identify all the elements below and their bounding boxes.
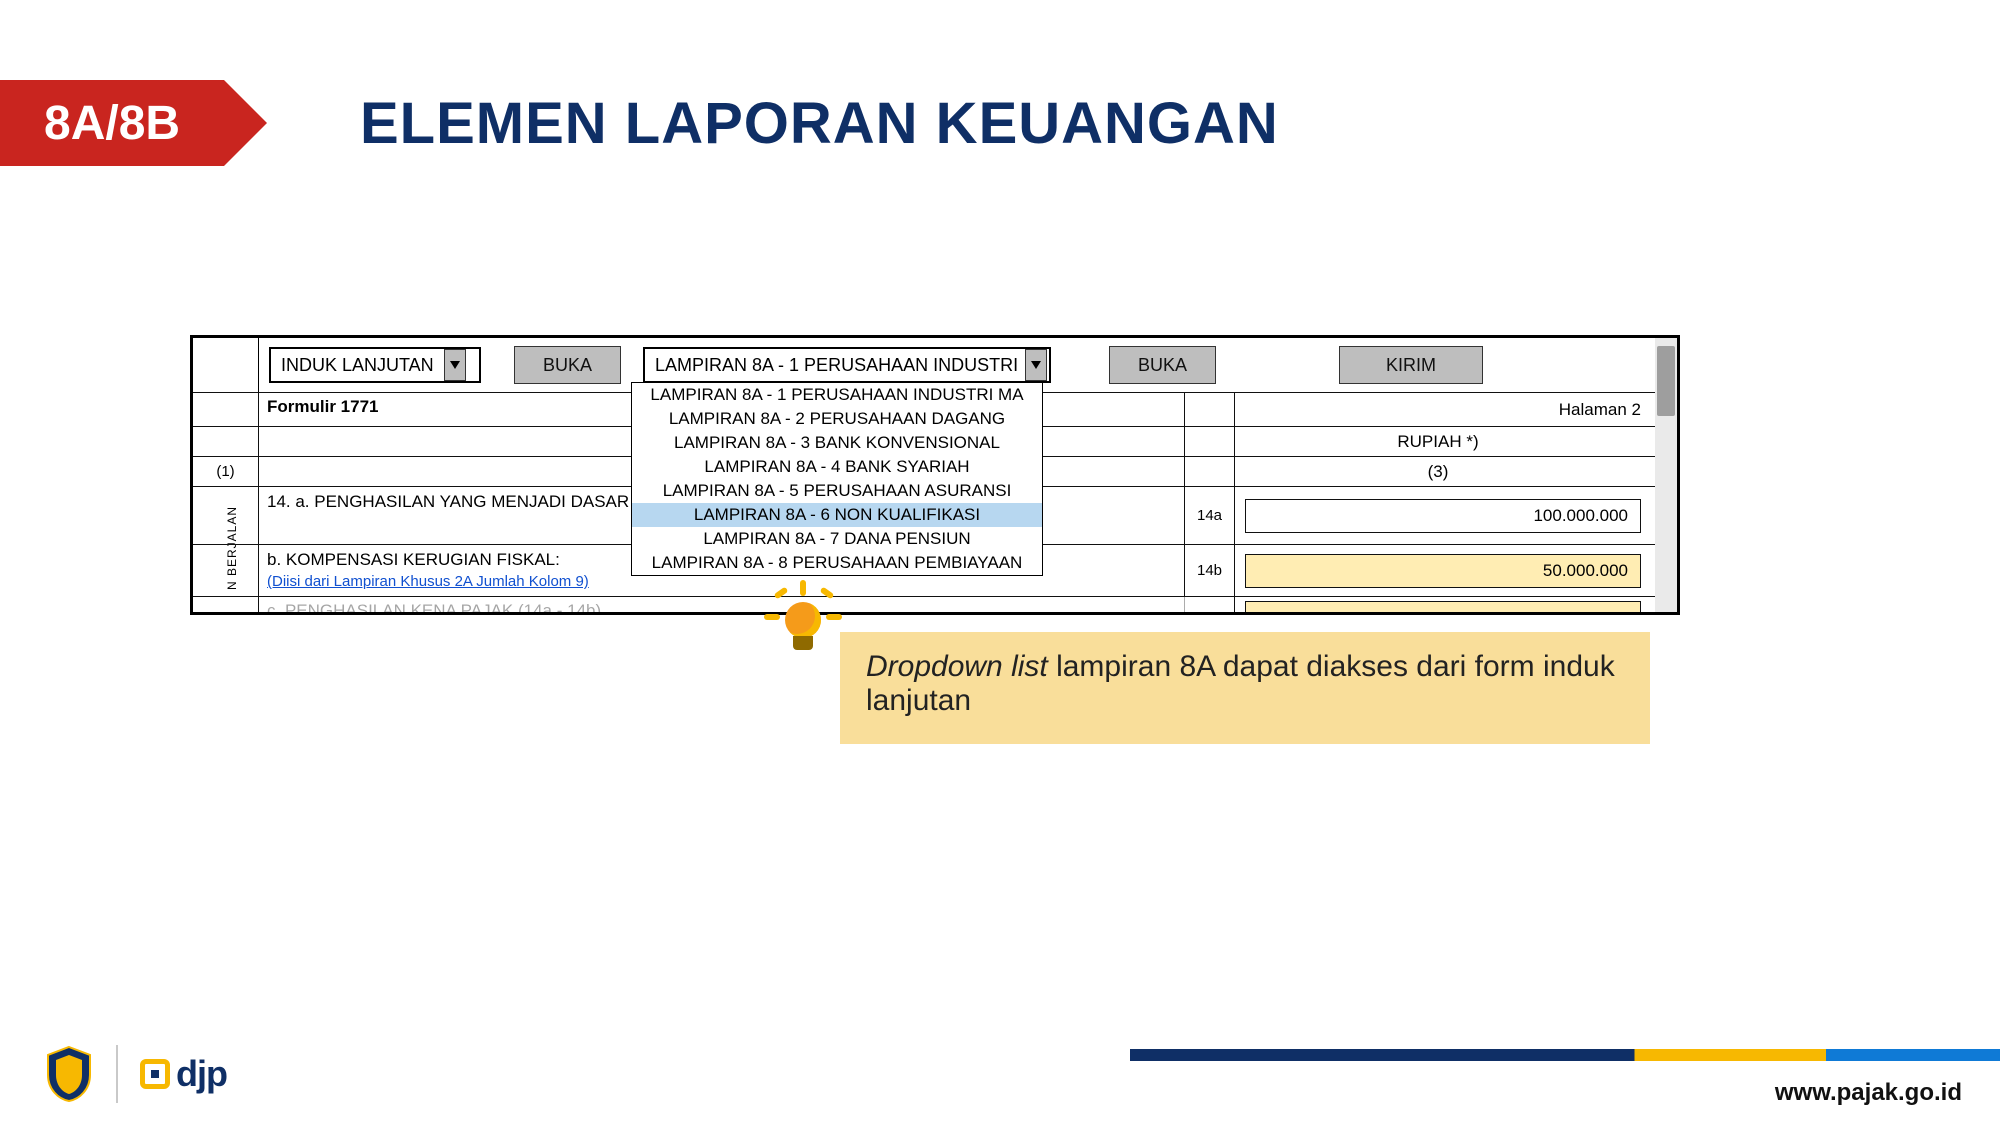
row-14c-value[interactable] — [1245, 601, 1641, 616]
row-14b-value-cell: 50.000.000 — [1235, 545, 1655, 596]
dropdown-option[interactable]: LAMPIRAN 8A - 3 BANK KONVENSIONAL — [632, 431, 1042, 455]
row-14b-code: 14b — [1185, 545, 1235, 596]
cell-blank — [1185, 427, 1235, 456]
cell-blank — [1185, 393, 1235, 426]
row-14c-value-cell — [1235, 597, 1655, 615]
row-14a-code: 14a — [1185, 487, 1235, 544]
chevron-down-icon[interactable] — [1025, 349, 1047, 381]
footer-logos: djp — [44, 1045, 227, 1103]
col-1-header: (1) — [193, 457, 259, 486]
scrollbar-track[interactable] — [1655, 338, 1677, 612]
dropdown-option[interactable]: LAMPIRAN 8A - 7 DANA PENSIUN — [632, 527, 1042, 551]
djp-mark-icon — [140, 1059, 170, 1089]
row-14b-label: b. KOMPENSASI KERUGIAN FISKAL: — [267, 550, 560, 569]
djp-text: djp — [176, 1053, 227, 1095]
djp-logo: djp — [140, 1053, 227, 1095]
dropdown-option[interactable]: LAMPIRAN 8A - 1 PERUSAHAAN INDUSTRI MA — [632, 383, 1042, 407]
cell-blank — [193, 597, 259, 615]
buka-button-2-label: BUKA — [1138, 355, 1187, 376]
dropdown-option[interactable]: LAMPIRAN 8A - 8 PERUSAHAAN PEMBIAYAAN — [632, 551, 1042, 575]
row-14c-label: c. PENGHASILAN KENA PAJAK (14a - 14b) — [259, 597, 1185, 615]
callout-italic: Dropdown list — [866, 650, 1048, 683]
kirim-button[interactable]: KIRIM — [1339, 346, 1483, 384]
row-14b-hint-link[interactable]: (Diisi dari Lampiran Khusus 2A Jumlah Ko… — [267, 573, 589, 590]
buka-button[interactable]: BUKA — [514, 346, 621, 384]
page-title: ELEMEN LAPORAN KEUANGAN — [360, 90, 1279, 157]
logo-divider — [116, 1045, 118, 1103]
callout-note: Dropdown list lampiran 8A dapat diakses … — [840, 632, 1650, 744]
chevron-down-icon[interactable] — [444, 349, 466, 381]
page-number-label: Halaman 2 — [1235, 393, 1655, 426]
section-badge: 8A/8B — [0, 80, 224, 166]
combo-lampiran-text: LAMPIRAN 8A - 1 PERUSAHAAN INDUSTRI — [645, 355, 1025, 376]
row-14a-value-cell: 100.000.000 — [1235, 487, 1655, 544]
combo-induk-text: INDUK LANJUTAN — [271, 355, 444, 376]
cell-blank — [193, 393, 259, 426]
lampiran-dropdown-list[interactable]: LAMPIRAN 8A - 1 PERUSAHAAN INDUSTRI MA L… — [631, 382, 1043, 576]
dropdown-option[interactable]: LAMPIRAN 8A - 5 PERUSAHAAN ASURANSI — [632, 479, 1042, 503]
combo-lampiran[interactable]: LAMPIRAN 8A - 1 PERUSAHAAN INDUSTRI — [643, 347, 1051, 383]
table-row: c. PENGHASILAN KENA PAJAK (14a - 14b) — [193, 596, 1655, 615]
app-screenshot: INDUK LANJUTAN BUKA LAMPIRAN 8A - 1 PERU… — [190, 335, 1680, 615]
cell-blank — [193, 545, 259, 596]
kirim-button-label: KIRIM — [1386, 355, 1436, 376]
footer-url: www.pajak.go.id — [1775, 1079, 1962, 1107]
kemenkeu-shield-icon — [44, 1045, 94, 1103]
combo-induk-lanjutan[interactable]: INDUK LANJUTAN — [269, 347, 481, 383]
lightbulb-icon — [768, 580, 838, 670]
currency-label: RUPIAH *) — [1235, 427, 1655, 456]
buka-button-label: BUKA — [543, 355, 592, 376]
row-gutter — [193, 338, 259, 392]
dropdown-option-selected[interactable]: LAMPIRAN 8A - 6 NON KUALIFIKASI — [632, 503, 1042, 527]
section-badge-text: 8A/8B — [44, 96, 180, 151]
dropdown-option[interactable]: LAMPIRAN 8A - 4 BANK SYARIAH — [632, 455, 1042, 479]
cell-blank — [193, 427, 259, 456]
cell-blank — [193, 487, 259, 544]
row-14a-value[interactable]: 100.000.000 — [1245, 499, 1641, 533]
footer-accent-bar — [1130, 1049, 2000, 1061]
row-14b-value[interactable]: 50.000.000 — [1245, 554, 1641, 588]
cell-blank — [1185, 457, 1235, 486]
col-3-header: (3) — [1235, 457, 1655, 486]
scrollbar-thumb[interactable] — [1657, 346, 1675, 416]
cell-blank — [1185, 597, 1235, 615]
dropdown-option[interactable]: LAMPIRAN 8A - 2 PERUSAHAAN DAGANG — [632, 407, 1042, 431]
buka-button-2[interactable]: BUKA — [1109, 346, 1216, 384]
